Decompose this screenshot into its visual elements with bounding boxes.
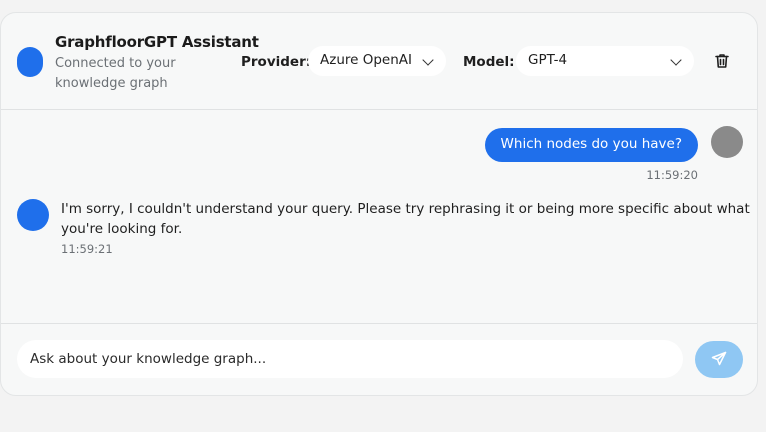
user-avatar bbox=[711, 126, 743, 158]
provider-value: Azure OpenAI bbox=[320, 52, 413, 68]
trash-icon bbox=[715, 54, 729, 68]
model-select[interactable]: GPT-4 bbox=[516, 46, 694, 76]
chevron-down-icon bbox=[670, 54, 682, 66]
chat-header: GraphfloorGPT Assistant Connected to you… bbox=[1, 13, 757, 110]
chevron-down-icon bbox=[422, 54, 434, 66]
message-input[interactable] bbox=[17, 340, 683, 378]
provider-label: Provider: bbox=[241, 54, 312, 70]
model-label: Model: bbox=[463, 54, 515, 70]
user-message: Which nodes do you have? bbox=[484, 128, 698, 162]
user-message-timestamp: 11:59:20 bbox=[646, 168, 698, 182]
send-icon bbox=[711, 351, 727, 366]
composer bbox=[1, 323, 757, 395]
assistant-message-timestamp: 11:59:21 bbox=[61, 242, 113, 256]
assistant-message: I'm sorry, I couldn't understand your qu… bbox=[61, 201, 750, 237]
provider-select[interactable]: Azure OpenAI bbox=[308, 46, 446, 76]
clear-chat-button[interactable] bbox=[713, 52, 731, 70]
chat-panel: GraphfloorGPT Assistant Connected to you… bbox=[0, 12, 758, 396]
assistant-title: GraphfloorGPT Assistant bbox=[55, 33, 259, 51]
assistant-avatar bbox=[17, 47, 43, 77]
send-button[interactable] bbox=[695, 341, 743, 378]
connection-status: Connected to your knowledge graph bbox=[55, 56, 176, 91]
assistant-message-avatar bbox=[17, 199, 49, 231]
model-value: GPT-4 bbox=[528, 52, 568, 68]
message-list: Which nodes do you have? 11:59:20 I'm so… bbox=[1, 111, 757, 323]
